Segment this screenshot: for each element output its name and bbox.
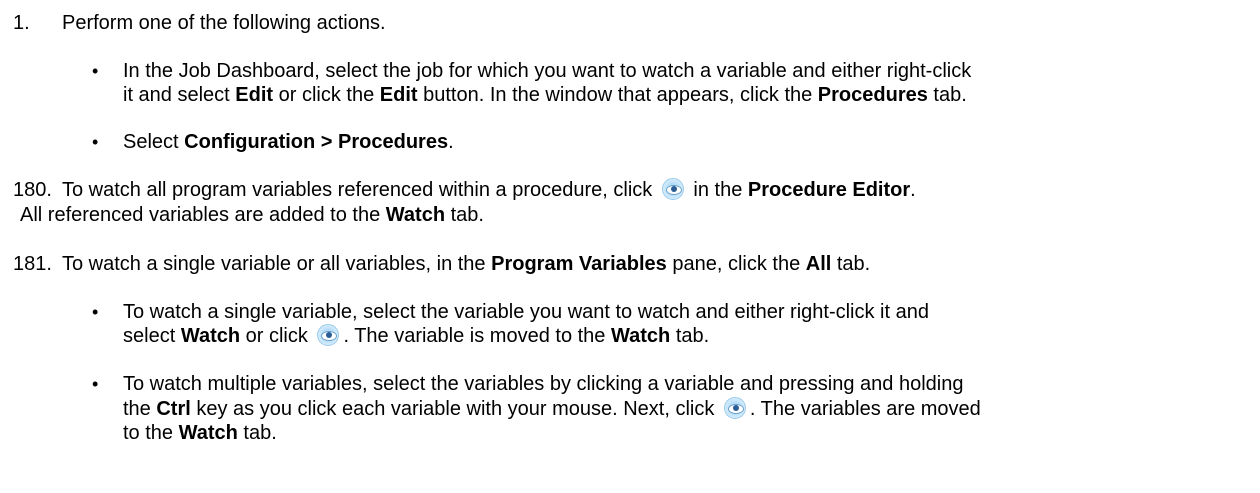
bullet-marker: • <box>92 374 99 394</box>
ui-term: Watch <box>611 325 671 347</box>
bullet-text-cont: it and select Edit or click the Edit but… <box>123 83 967 107</box>
bullet-text-cont: to the Watch tab. <box>123 421 277 445</box>
ui-term: Edit <box>379 84 418 106</box>
ui-term: Watch <box>385 204 446 226</box>
bullet-text: To watch multiple variables, select the … <box>123 373 964 395</box>
step-text: To watch a single variable or all variab… <box>62 252 870 276</box>
step-text: Perform one of the following actions. <box>62 12 386 34</box>
ui-term: Configuration > Procedures <box>184 131 449 153</box>
text: To watch a single variable or all variab… <box>62 253 492 275</box>
ui-term: Watch <box>180 325 241 347</box>
bullet-text-cont: select Watch or click . The variable is … <box>123 324 709 348</box>
step-text: To watch all program variables reference… <box>62 178 916 202</box>
step-number: 181. <box>13 253 52 275</box>
text: tab. <box>927 84 967 106</box>
eye-icon <box>317 324 340 346</box>
text: to the <box>123 422 179 444</box>
text: tab. <box>237 422 277 444</box>
ui-term: Procedure Editor <box>747 179 911 201</box>
text: . The variables are moved <box>749 398 981 420</box>
text: the <box>123 398 157 420</box>
text: pane, click the <box>666 253 806 275</box>
text: All referenced variables are added to th… <box>20 204 386 226</box>
ui-term: Procedures <box>817 84 928 106</box>
text: key as you click each variable with your… <box>190 398 715 420</box>
text: select <box>123 325 181 347</box>
bullet-marker: • <box>92 132 99 152</box>
text: in the <box>693 179 748 201</box>
bullet-text: To watch a single variable, select the v… <box>123 301 929 323</box>
text: or click the <box>273 84 380 106</box>
text: tab. <box>445 204 484 226</box>
ui-term: All <box>805 253 832 275</box>
text: button. In the window that appears, clic… <box>417 84 818 106</box>
bullet-marker: • <box>92 302 99 322</box>
ui-term: Ctrl <box>156 398 191 420</box>
text: . The variable is moved to the <box>343 325 611 347</box>
step-number: 180. <box>13 179 52 201</box>
text: or click <box>240 325 308 347</box>
step-number: 1. <box>13 12 30 34</box>
text: tab. <box>670 325 710 347</box>
ui-term: Watch <box>178 422 238 444</box>
text: . <box>448 131 454 153</box>
eye-icon <box>661 178 684 200</box>
text: tab. <box>831 253 871 275</box>
bullet-marker: • <box>92 61 99 81</box>
step-text-cont: All referenced variables are added to th… <box>20 203 484 227</box>
bullet-text: Select Configuration > Procedures. <box>123 130 454 154</box>
bullet-text: In the Job Dashboard, select the job for… <box>123 60 972 82</box>
text: To watch all program variables reference… <box>62 179 653 201</box>
ui-term: Edit <box>235 84 274 106</box>
text: Select <box>123 131 185 153</box>
text: . <box>910 179 916 201</box>
bullet-text-cont: the Ctrl key as you click each variable … <box>123 397 981 421</box>
eye-icon <box>723 397 746 419</box>
text: it and select <box>123 84 236 106</box>
ui-term: Program Variables <box>491 253 667 275</box>
